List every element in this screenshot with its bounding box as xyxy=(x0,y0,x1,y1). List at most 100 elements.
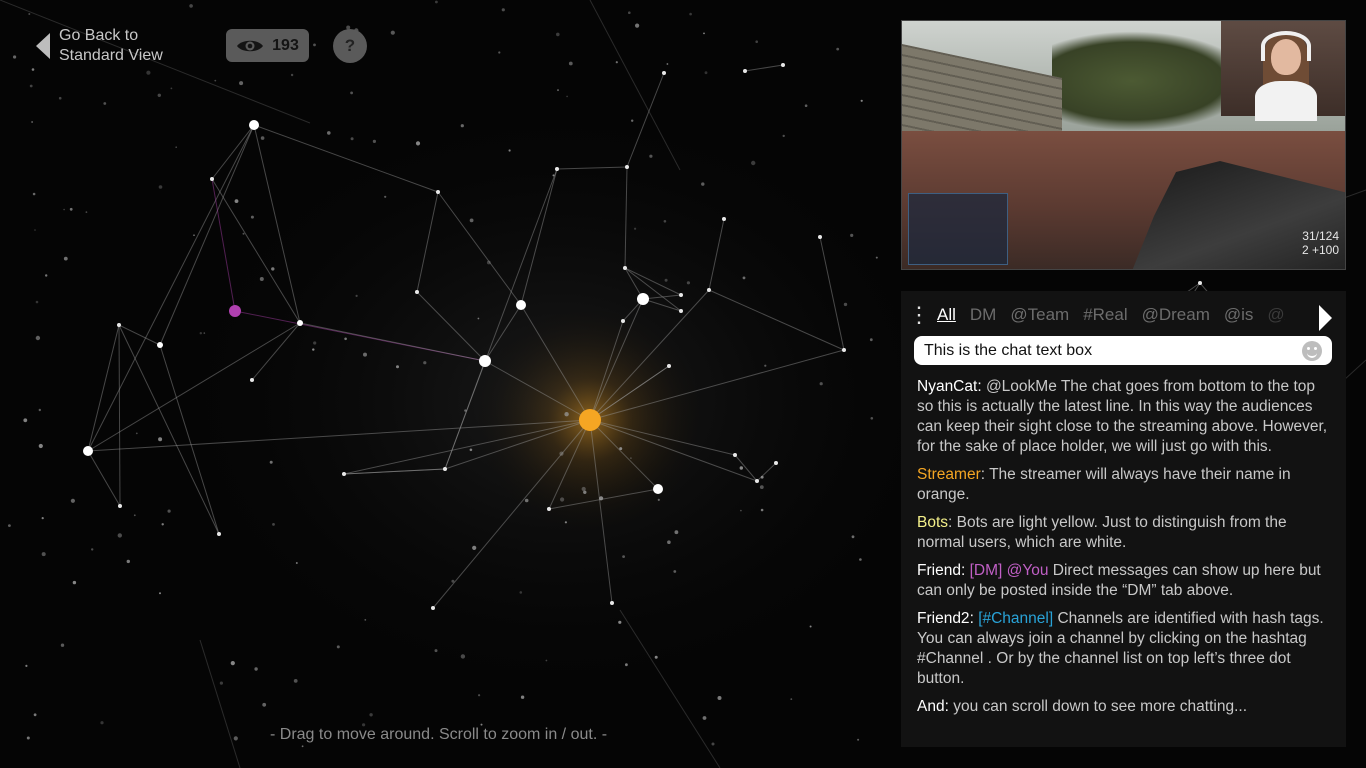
tab-is[interactable]: @is xyxy=(1224,305,1254,325)
background-star xyxy=(875,256,878,259)
background-star xyxy=(69,207,73,211)
background-star xyxy=(254,667,258,671)
background-star xyxy=(135,432,138,435)
chat-messages[interactable]: NyanCat: @LookMe The chat goes from bott… xyxy=(917,377,1332,725)
background-star xyxy=(175,146,177,148)
background-star xyxy=(384,195,387,198)
streamer-star-node[interactable] xyxy=(579,409,601,431)
star-node xyxy=(662,71,666,75)
stream-video[interactable]: 31/124 2 +100 xyxy=(901,20,1346,270)
chat-input-box[interactable] xyxy=(914,336,1332,365)
background-star xyxy=(663,220,667,223)
star-node[interactable] xyxy=(637,293,649,305)
message-user[interactable]: Friend xyxy=(917,562,961,579)
background-star xyxy=(28,13,31,15)
chat-input[interactable] xyxy=(924,341,1302,360)
background-star xyxy=(301,745,304,748)
background-star xyxy=(262,702,267,707)
chat-message: NyanCat: @LookMe The chat goes from bott… xyxy=(917,378,1328,455)
background-star xyxy=(850,233,854,237)
background-star xyxy=(25,664,28,668)
background-star xyxy=(704,71,708,75)
background-star xyxy=(13,55,17,59)
star-node[interactable] xyxy=(479,355,491,367)
background-star xyxy=(560,497,565,502)
background-star xyxy=(72,580,77,585)
background-star xyxy=(33,713,37,717)
dm-tag[interactable]: [DM] @You xyxy=(970,562,1049,579)
tabs-next-arrow-icon[interactable] xyxy=(1319,305,1332,331)
background-star xyxy=(269,460,273,464)
star-node xyxy=(217,532,221,536)
background-star xyxy=(193,234,195,236)
background-star xyxy=(631,119,634,122)
background-star xyxy=(355,294,358,297)
background-star xyxy=(689,12,692,16)
star-node xyxy=(415,290,419,294)
tab-all[interactable]: All xyxy=(937,305,956,325)
star-node xyxy=(1198,281,1202,285)
background-star xyxy=(146,70,151,75)
background-star xyxy=(133,514,136,517)
background-star xyxy=(870,417,874,420)
background-star xyxy=(214,79,217,82)
background-star xyxy=(618,620,622,624)
tab-a[interactable]: @A xyxy=(1267,305,1285,325)
background-star xyxy=(434,649,438,653)
background-star xyxy=(239,81,244,86)
background-star xyxy=(327,131,331,135)
background-star xyxy=(790,698,793,700)
tab-team[interactable]: @Team xyxy=(1010,305,1069,325)
background-star xyxy=(564,521,568,524)
background-star xyxy=(313,341,317,345)
tab-real[interactable]: #Real xyxy=(1083,305,1127,325)
background-star xyxy=(369,713,373,717)
chat-message: And: you can scroll down to see more cha… xyxy=(917,698,1248,715)
star-node[interactable] xyxy=(83,446,93,456)
star-node[interactable] xyxy=(516,300,526,310)
background-star xyxy=(599,496,604,501)
star-node[interactable] xyxy=(157,342,163,348)
friend-star-node[interactable] xyxy=(229,305,241,317)
channel-tag[interactable]: [#Channel] xyxy=(978,610,1053,627)
background-star xyxy=(657,498,660,501)
help-button[interactable]: ? xyxy=(333,29,367,63)
background-star xyxy=(836,47,840,51)
background-star xyxy=(250,215,254,219)
channel-menu-button[interactable]: ⋮ xyxy=(901,304,937,326)
message-user[interactable]: NyanCat xyxy=(917,378,977,395)
background-star xyxy=(219,681,223,685)
background-star xyxy=(630,457,632,459)
background-star xyxy=(161,523,164,526)
star-node xyxy=(610,601,614,605)
background-star xyxy=(703,32,705,35)
background-star xyxy=(759,485,764,489)
background-star xyxy=(126,559,130,564)
background-star xyxy=(295,562,298,564)
background-star xyxy=(739,466,743,470)
background-star xyxy=(26,736,30,740)
background-star xyxy=(293,679,298,683)
background-star xyxy=(344,337,347,341)
back-to-standard-view-button[interactable]: Go Back to Standard View xyxy=(36,26,179,66)
background-star xyxy=(117,533,123,538)
star-node xyxy=(436,190,440,194)
message-user[interactable]: Bots xyxy=(917,514,948,531)
ammo-sub: 2 +100 xyxy=(1301,243,1339,257)
background-star xyxy=(622,555,625,558)
star-node xyxy=(842,348,846,352)
message-user[interactable]: Streamer xyxy=(917,466,981,483)
background-star xyxy=(469,448,473,452)
tab-dream[interactable]: @Dream xyxy=(1142,305,1210,325)
star-node[interactable] xyxy=(297,320,303,326)
star-node[interactable] xyxy=(249,120,259,130)
tab-dm[interactable]: DM xyxy=(970,305,996,325)
background-star xyxy=(851,535,855,539)
background-star xyxy=(63,208,65,211)
background-star xyxy=(312,348,315,351)
message-user[interactable]: Friend2 xyxy=(917,610,970,627)
background-star xyxy=(45,274,48,277)
background-star xyxy=(260,136,265,140)
emoji-icon[interactable] xyxy=(1302,340,1322,361)
star-node[interactable] xyxy=(653,484,663,494)
